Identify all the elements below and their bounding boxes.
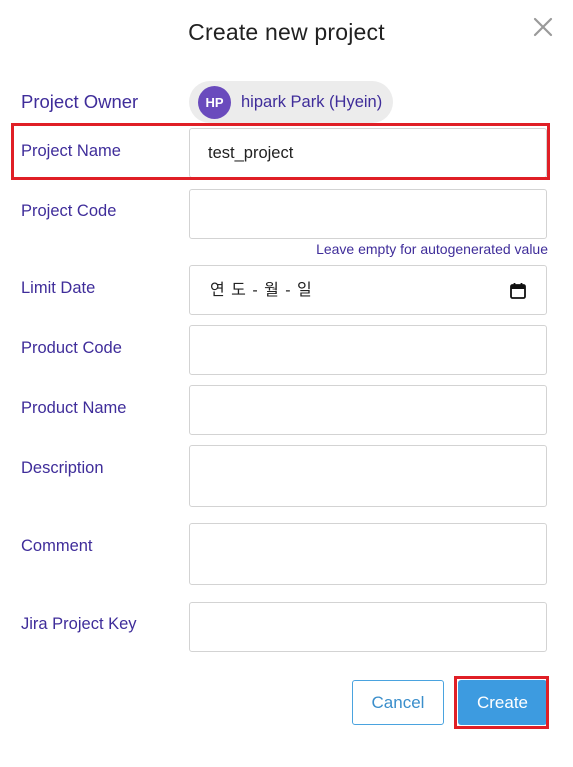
avatar: HP [198,86,231,119]
product-code-input[interactable] [189,325,547,375]
project-owner-name: hipark Park (Hyein) [241,93,383,111]
project-name-input[interactable] [189,128,547,178]
project-name-label: Project Name [21,142,121,160]
project-code-input[interactable] [189,189,547,239]
dialog-title: Create new project [188,19,385,45]
calendar-icon[interactable] [509,282,527,300]
limit-date-placeholder: 연 도 - 월 - 일 [210,282,313,299]
product-name-label: Product Name [21,399,127,417]
jira-project-key-label: Jira Project Key [21,615,137,633]
create-button[interactable]: Create [458,680,547,725]
create-project-dialog: Create new project Project Owner HP hipa… [0,0,573,767]
cancel-button[interactable]: Cancel [352,680,444,725]
product-code-label: Product Code [21,339,122,357]
product-name-input[interactable] [189,385,547,435]
limit-date-label: Limit Date [21,279,96,297]
description-textarea[interactable] [189,445,547,507]
project-owner-label: Project Owner [21,91,139,112]
close-icon[interactable] [530,14,556,40]
comment-textarea[interactable] [189,523,547,585]
project-owner-chip[interactable]: HP hipark Park (Hyein) [189,81,393,123]
project-code-hint: Leave empty for autogenerated value [316,241,548,257]
project-code-label: Project Code [21,202,117,220]
comment-label: Comment [21,537,93,555]
description-label: Description [21,459,104,477]
jira-project-key-input[interactable] [189,602,547,652]
